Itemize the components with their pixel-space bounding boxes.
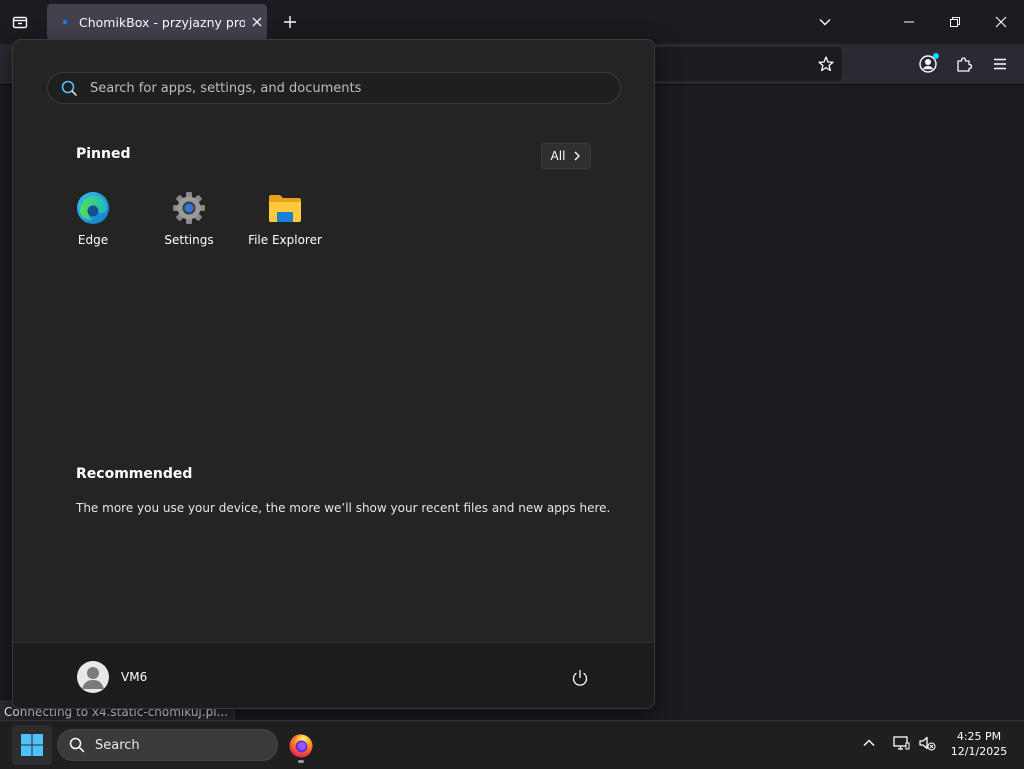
start-search-input[interactable] <box>88 79 592 97</box>
power-button[interactable] <box>566 664 594 692</box>
taskbar-search-label: Search <box>95 737 140 753</box>
clock-date: 12/1/2025 <box>950 745 1008 758</box>
tab-manager-icon <box>12 16 28 29</box>
close-tab-icon[interactable] <box>247 12 267 32</box>
speaker-muted-icon <box>919 736 936 751</box>
running-indicator <box>298 760 304 763</box>
close-window-button[interactable] <box>978 0 1024 44</box>
chevron-up-icon <box>863 739 875 746</box>
start-search-box[interactable] <box>47 72 621 104</box>
start-menu-footer: VM6 <box>13 642 654 708</box>
taskbar-search-box[interactable]: Search <box>57 729 278 761</box>
start-menu: Pinned All Edge <box>12 39 655 709</box>
notification-dot <box>933 53 939 59</box>
new-tab-button[interactable] <box>276 8 304 36</box>
pinned-heading: Pinned <box>76 146 131 162</box>
all-apps-button[interactable]: All <box>541 143 591 169</box>
account-button[interactable] <box>914 50 942 78</box>
chevron-right-icon <box>574 151 581 161</box>
restore-icon <box>950 17 960 27</box>
app-label: Edge <box>77 233 109 247</box>
taskbar: Search 4:25 PM 12/1/2025 <box>0 720 1024 769</box>
browser-titlebar: ChomikBox - przyjazny program <box>0 0 1024 44</box>
tab-manager-button[interactable] <box>4 6 36 38</box>
user-account-button[interactable]: VM6 <box>71 659 153 695</box>
recommended-heading: Recommended <box>76 466 193 482</box>
minimize-button[interactable] <box>886 0 932 44</box>
folder-icon <box>267 190 303 226</box>
hamburger-menu-icon <box>994 58 1006 70</box>
close-icon <box>995 16 1007 28</box>
search-icon <box>68 736 86 754</box>
settings-gear-icon <box>171 190 207 226</box>
network-display-icon <box>893 736 910 750</box>
minimize-icon <box>904 21 914 23</box>
network-button[interactable] <box>889 731 913 755</box>
taskbar-app-firefox[interactable] <box>281 725 321 765</box>
power-icon <box>572 669 588 686</box>
recommended-empty-text: The more you use your device, the more w… <box>76 501 611 515</box>
user-name: VM6 <box>121 670 148 684</box>
edge-icon <box>75 190 111 226</box>
firefox-icon <box>289 734 313 758</box>
app-label: Settings <box>164 233 214 247</box>
clock-time: 4:25 PM <box>956 730 1002 743</box>
search-icon <box>60 79 78 97</box>
list-all-tabs-button[interactable] <box>810 8 840 36</box>
bookmark-star-icon[interactable] <box>816 54 836 74</box>
app-menu-button[interactable] <box>986 50 1014 78</box>
plus-icon <box>284 16 296 28</box>
restore-button[interactable] <box>932 0 978 44</box>
chevron-down-icon <box>819 19 831 26</box>
start-button[interactable] <box>12 725 52 765</box>
extensions-button[interactable] <box>950 50 978 78</box>
app-label: File Explorer <box>248 233 322 247</box>
loading-favicon-icon <box>57 14 73 30</box>
puzzle-piece-icon <box>957 57 973 72</box>
volume-button[interactable] <box>915 731 939 755</box>
avatar <box>77 661 109 693</box>
url-bar[interactable] <box>650 47 842 81</box>
pinned-app-settings[interactable]: Settings <box>141 186 237 254</box>
user-icon <box>82 667 104 689</box>
tab-title: ChomikBox - przyjazny program <box>79 14 245 30</box>
pinned-app-file-explorer[interactable]: File Explorer <box>237 186 333 254</box>
taskbar-clock[interactable]: 4:25 PM 12/1/2025 <box>942 729 1016 759</box>
all-apps-label: All <box>550 149 566 163</box>
pinned-app-edge[interactable]: Edge <box>45 186 141 254</box>
tab-active[interactable]: ChomikBox - przyjazny program <box>47 4 267 40</box>
show-hidden-icons-button[interactable] <box>857 731 881 755</box>
windows-logo-icon <box>21 734 43 756</box>
